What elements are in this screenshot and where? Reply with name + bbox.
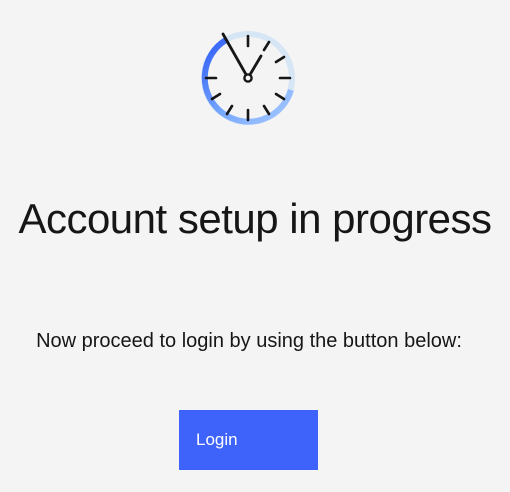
instruction-text: Now proceed to login by using the button… [36,330,462,352]
page-title: Account setup in progress [18,195,492,242]
login-button[interactable]: Login [179,410,318,470]
clock-progress-icon [198,28,298,128]
